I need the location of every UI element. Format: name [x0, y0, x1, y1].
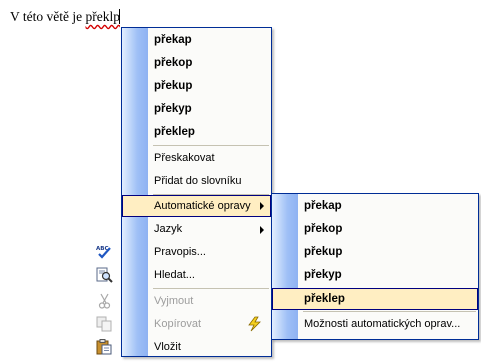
autocorrect-suggestion-prekup[interactable]: překup — [273, 241, 477, 263]
autocorrect-label: Automatické opravy — [154, 200, 251, 212]
clipboard-icon — [96, 339, 113, 355]
suggestion-prekap[interactable]: překap — [123, 29, 270, 51]
autocorrect-options-label: Možnosti automatických oprav... — [304, 318, 461, 330]
menu-separator — [153, 288, 269, 289]
spelling-context-menu: překap překop překup překyp překlep Přes… — [96, 27, 272, 358]
spelling-label: Pravopis... — [154, 246, 206, 258]
autocorrect-options-item[interactable]: Možnosti automatických oprav... — [248, 313, 477, 335]
suggestion-prekyp[interactable]: překyp — [123, 98, 270, 120]
spelling-item[interactable]: ABC Pravopis... — [96, 241, 270, 263]
copy-icon — [96, 316, 113, 332]
scissors-icon — [96, 293, 113, 309]
cut-label: Vyjmout — [154, 295, 194, 307]
suggestion-prekup[interactable]: překup — [123, 75, 270, 97]
document-text: V této větě je — [10, 9, 86, 24]
research-icon — [96, 267, 113, 283]
suggestion-prekop[interactable]: překop — [123, 52, 270, 74]
autocorrect-submenu: překap překop překup překyp překlep Možn… — [248, 193, 479, 340]
submenu-arrow-icon — [260, 226, 264, 234]
autocorrect-item[interactable]: Automatické opravy — [122, 195, 271, 217]
add-to-dictionary-label: Přidat do slovníku — [154, 175, 242, 187]
document-text-line[interactable]: V této větě je překlp — [10, 9, 120, 25]
autocorrect-suggestion-preklep[interactable]: překlep — [272, 288, 478, 310]
ignore-all-label: Přeskakovat — [154, 152, 215, 164]
autocorrect-suggestion-prekap[interactable]: překap — [273, 195, 477, 217]
add-to-dictionary-item[interactable]: Přidat do slovníku — [123, 170, 270, 192]
autocorrect-suggestion-prekyp[interactable]: překyp — [273, 264, 477, 286]
cut-item: Vyjmout — [98, 290, 270, 312]
menu-separator — [153, 145, 269, 146]
suggestion-preklep[interactable]: překlep — [123, 121, 270, 143]
find-item[interactable]: Hledat... — [96, 264, 270, 286]
language-item[interactable]: Jazyk — [123, 218, 270, 240]
spell-check-icon: ABC — [96, 244, 113, 260]
paste-item[interactable]: Vložit — [96, 336, 270, 358]
find-label: Hledat... — [154, 269, 195, 281]
autocorrect-suggestion-prekop[interactable]: překop — [273, 218, 477, 240]
submenu-arrow-icon — [260, 202, 264, 210]
language-label: Jazyk — [154, 223, 183, 235]
text-cursor — [118, 9, 120, 24]
menu-separator — [303, 311, 476, 312]
paste-label: Vložit — [154, 341, 181, 353]
lightning-icon — [246, 316, 263, 332]
copy-label: Kopírovat — [154, 318, 202, 330]
misspelled-word[interactable]: překlp — [85, 9, 120, 24]
ignore-all-item[interactable]: Přeskakovat — [123, 147, 270, 169]
